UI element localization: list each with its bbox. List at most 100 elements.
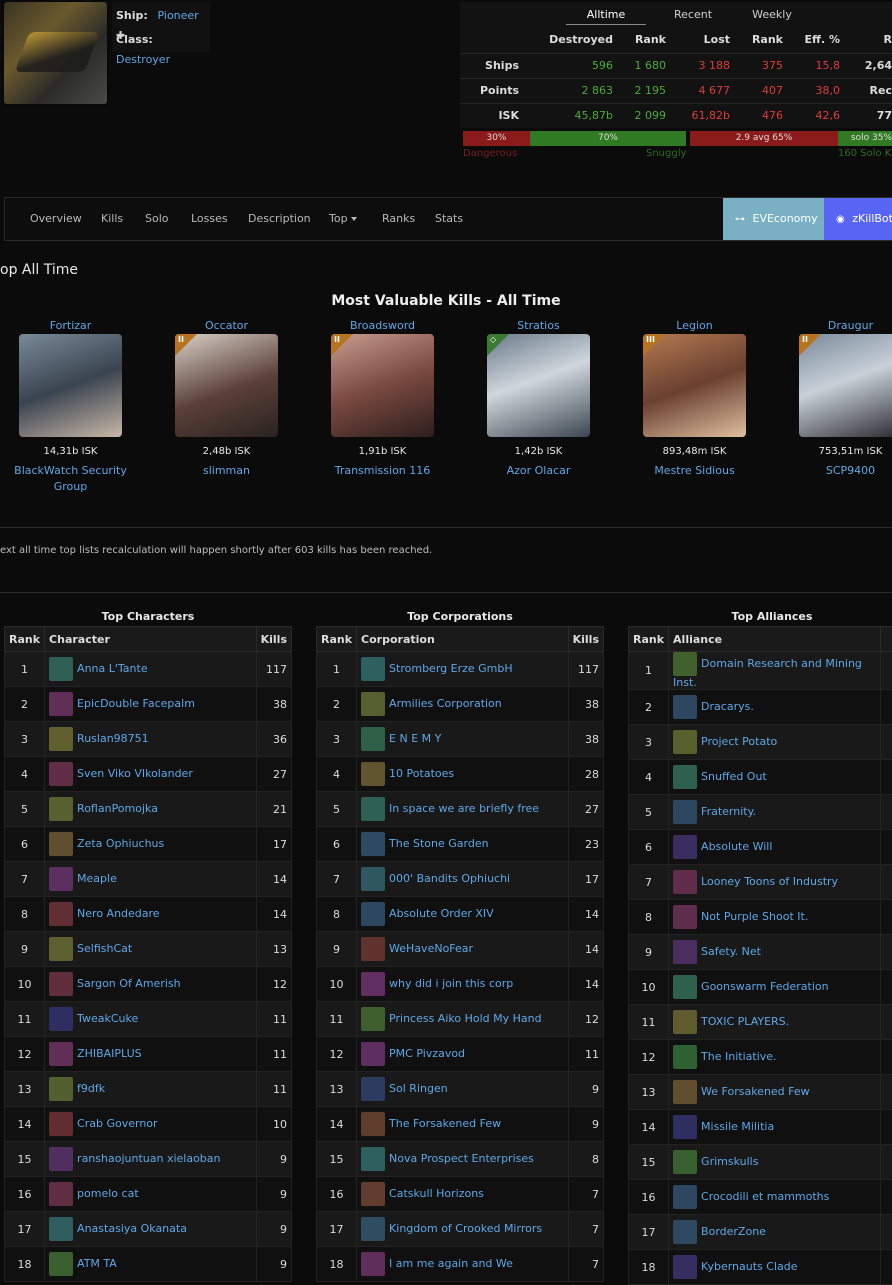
entity-link[interactable]: ZHIBAIPLUS [77, 1047, 142, 1060]
tab-weekly[interactable]: Weekly [742, 6, 802, 24]
avatar[interactable] [49, 832, 73, 856]
ship-render-image[interactable] [4, 2, 107, 104]
kill-ship-image[interactable]: II [331, 334, 434, 437]
kill-victim-link[interactable]: Azor Olacar [466, 463, 611, 479]
entity-link[interactable]: Anastasiya Okanata [77, 1222, 187, 1235]
avatar[interactable] [361, 1042, 385, 1066]
avatar[interactable] [673, 1045, 697, 1069]
entity-link[interactable]: Missile Militia [701, 1120, 774, 1133]
avatar[interactable] [49, 1007, 73, 1031]
entity-link[interactable]: EpicDouble Facepalm [77, 697, 195, 710]
zkillbot-button[interactable]: ◉ zKillBot [824, 198, 892, 240]
entity-link[interactable]: Sargon Of Amerish [77, 977, 181, 990]
avatar[interactable] [361, 1252, 385, 1276]
class-name-link[interactable]: Destroyer [116, 53, 170, 66]
kill-victim-link[interactable]: Transmission 116 [310, 463, 455, 479]
avatar[interactable] [49, 657, 73, 681]
avatar[interactable] [361, 1077, 385, 1101]
entity-link[interactable]: Crocodili et mammoths [701, 1190, 829, 1203]
entity-link[interactable]: BorderZone [701, 1225, 766, 1238]
avatar[interactable] [673, 1150, 697, 1174]
entity-link[interactable]: SelfishCat [77, 942, 132, 955]
ship-name-link[interactable]: Pioneer [158, 9, 199, 22]
avatar[interactable] [673, 1080, 697, 1104]
avatar[interactable] [361, 902, 385, 926]
avatar[interactable] [361, 657, 385, 681]
entity-link[interactable]: Absolute Order XIV [389, 907, 494, 920]
avatar[interactable] [673, 1220, 697, 1244]
avatar[interactable] [49, 972, 73, 996]
entity-link[interactable]: why did i join this corp [389, 977, 513, 990]
entity-link[interactable]: The Stone Garden [389, 837, 489, 850]
avatar[interactable] [673, 835, 697, 859]
avatar[interactable] [673, 940, 697, 964]
avatar[interactable] [361, 762, 385, 786]
avatar[interactable] [361, 937, 385, 961]
avatar[interactable] [361, 692, 385, 716]
entity-link[interactable]: Anna L'Tante [77, 662, 148, 675]
entity-link[interactable]: Zeta Ophiuchus [77, 837, 164, 850]
kill-ship-image[interactable]: II [175, 334, 278, 437]
entity-link[interactable]: Not Purple Shoot It. [701, 910, 808, 923]
entity-link[interactable]: WeHaveNoFear [389, 942, 473, 955]
avatar[interactable] [49, 1077, 73, 1101]
avatar[interactable] [361, 1112, 385, 1136]
entity-link[interactable]: 10 Potatoes [389, 767, 454, 780]
nav-kills[interactable]: Kills [101, 198, 123, 240]
entity-link[interactable]: Goonswarm Federation [701, 980, 829, 993]
avatar[interactable] [361, 797, 385, 821]
entity-link[interactable]: TOXIC PLAYERS. [701, 1015, 789, 1028]
kill-victim-link[interactable]: slimman [154, 463, 299, 479]
entity-link[interactable]: Project Potato [701, 735, 777, 748]
kill-ship-name[interactable]: Legion [622, 318, 767, 334]
entity-link[interactable]: PMC Pivzavod [389, 1047, 465, 1060]
entity-link[interactable]: Crab Governor [77, 1117, 158, 1130]
avatar[interactable] [361, 867, 385, 891]
avatar[interactable] [361, 1007, 385, 1031]
entity-link[interactable]: RoflanPomojka [77, 802, 158, 815]
entity-link[interactable]: Nova Prospect Enterprises [389, 1152, 534, 1165]
avatar[interactable] [673, 1115, 697, 1139]
nav-solo[interactable]: Solo [145, 198, 169, 240]
kill-ship-image[interactable]: ◇ [487, 334, 590, 437]
entity-link[interactable]: Fraternity. [701, 805, 756, 818]
entity-link[interactable]: Kybernauts Clade [701, 1260, 797, 1273]
entity-link[interactable]: TweakCuke [77, 1012, 138, 1025]
entity-link[interactable]: We Forsakened Few [701, 1085, 810, 1098]
entity-link[interactable]: Nero Andedare [77, 907, 160, 920]
avatar[interactable] [673, 695, 697, 719]
entity-link[interactable]: The Initiative. [701, 1050, 776, 1063]
kill-victim-link[interactable]: BlackWatch Security Group [0, 463, 143, 495]
kill-victim-link[interactable]: Mestre Sidious [622, 463, 767, 479]
avatar[interactable] [361, 1182, 385, 1206]
avatar[interactable] [49, 1182, 73, 1206]
nav-ranks[interactable]: Ranks [382, 198, 415, 240]
avatar[interactable] [49, 1112, 73, 1136]
entity-link[interactable]: Ruslan98751 [77, 732, 149, 745]
tab-alltime[interactable]: Alltime [566, 6, 646, 25]
avatar[interactable] [49, 762, 73, 786]
entity-link[interactable]: ranshaojuntuan xielaoban [77, 1152, 220, 1165]
kill-ship-name[interactable]: Stratios [466, 318, 611, 334]
kill-ship-name[interactable]: Occator [154, 318, 299, 334]
entity-link[interactable]: Looney Toons of Industry [701, 875, 838, 888]
avatar[interactable] [673, 870, 697, 894]
entity-link[interactable]: Absolute Will [701, 840, 772, 853]
kill-ship-name[interactable]: Draugur [778, 318, 892, 334]
avatar[interactable] [361, 1147, 385, 1171]
entity-link[interactable]: In space we are briefly free [389, 802, 539, 815]
nav-stats[interactable]: Stats [435, 198, 463, 240]
entity-link[interactable]: Sol Ringen [389, 1082, 448, 1095]
entity-link[interactable]: Dracarys. [701, 700, 754, 713]
entity-link[interactable]: Sven Viko VIkolander [77, 767, 193, 780]
avatar[interactable] [49, 727, 73, 751]
nav-losses[interactable]: Losses [191, 198, 228, 240]
tab-recent[interactable]: Recent [665, 6, 721, 24]
avatar[interactable] [673, 975, 697, 999]
avatar[interactable] [49, 1147, 73, 1171]
kill-victim-link[interactable]: SCP9400 [778, 463, 892, 479]
avatar[interactable] [49, 1042, 73, 1066]
nav-top[interactable]: Top [329, 198, 357, 240]
avatar[interactable] [673, 905, 697, 929]
avatar[interactable] [49, 797, 73, 821]
